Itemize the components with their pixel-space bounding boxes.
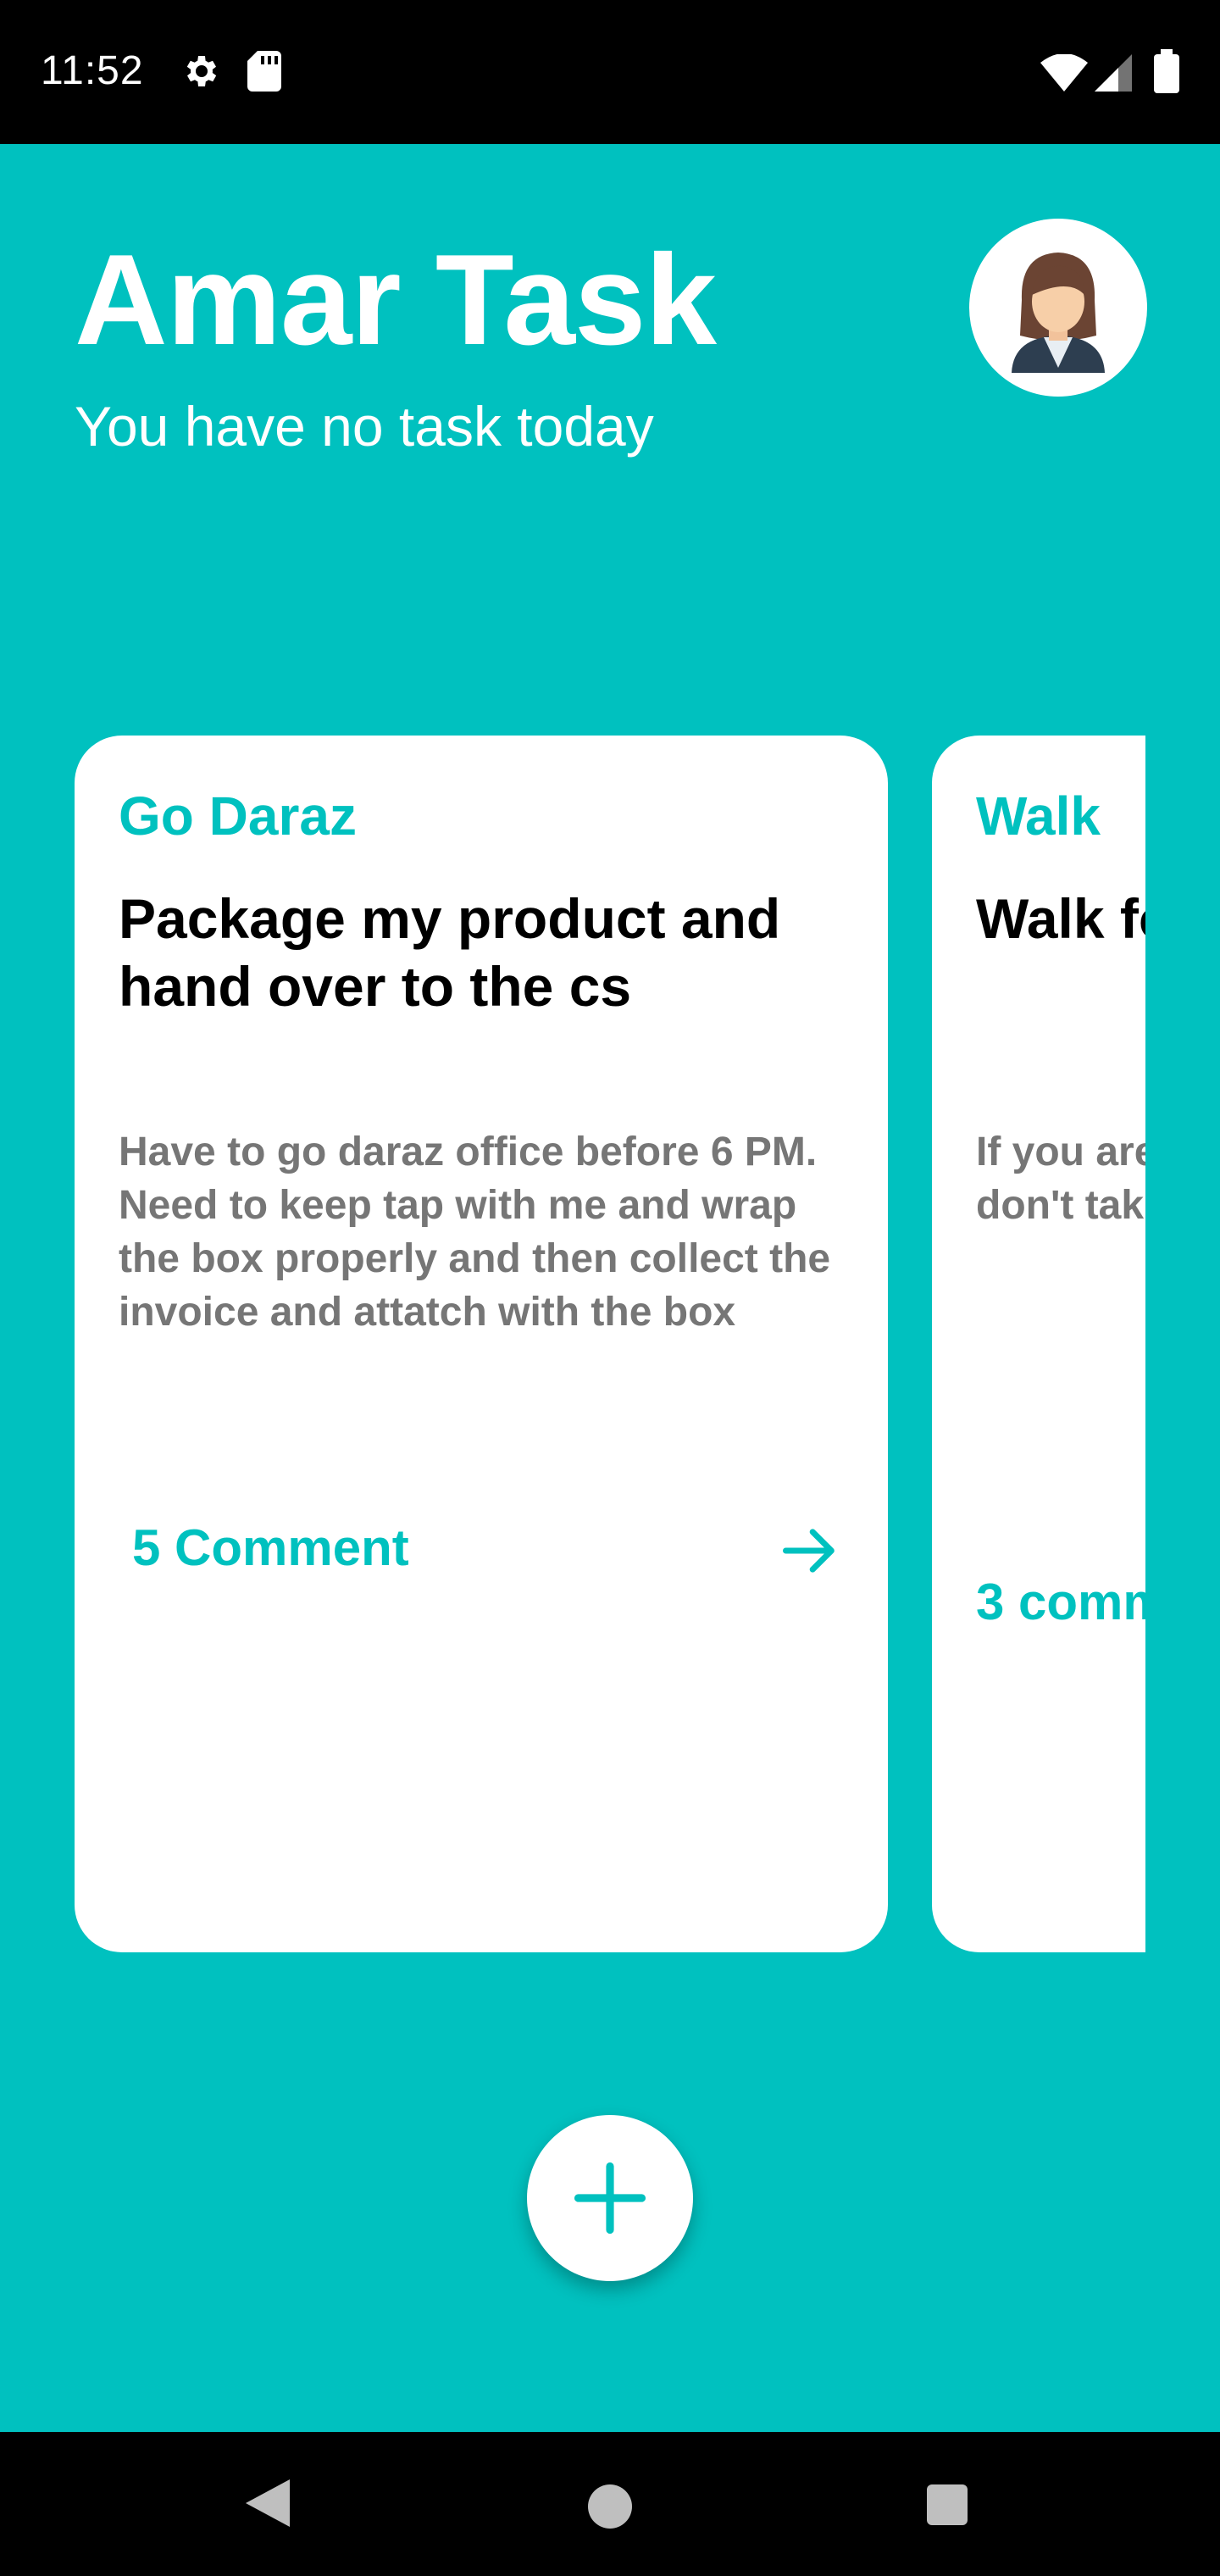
recents-icon[interactable]: [925, 2483, 969, 2531]
back-icon[interactable]: [242, 2476, 293, 2534]
card-category: Walk: [976, 786, 1101, 847]
app-subtitle: You have no task today: [75, 395, 654, 458]
card-title: Package my product and hand over to the …: [119, 887, 781, 1018]
comments-link[interactable]: 5 Comment: [132, 1518, 409, 1577]
avatar[interactable]: [969, 219, 1147, 397]
card-description: If you are then at f area. The walk for …: [976, 1130, 1145, 1228]
status-time: 11:52: [41, 48, 144, 93]
gear-icon: [180, 51, 220, 96]
arrow-right-icon[interactable]: [778, 1518, 842, 1583]
add-task-button[interactable]: [527, 2115, 693, 2281]
card-category: Go Daraz: [119, 786, 357, 847]
navigation-bar: [0, 2432, 1220, 2576]
avatar-woman-icon: [1012, 253, 1105, 373]
card-title: Walk for a new: [976, 887, 1145, 950]
card-description: Have to go daraz office before 6 PM. Nee…: [119, 1130, 831, 1335]
status-bar: 11:52: [0, 0, 1220, 144]
plus-icon: [574, 2162, 646, 2235]
task-cards-carousel[interactable]: Go Daraz Package my product and hand ove…: [75, 736, 1145, 1952]
signal-icon: [1095, 54, 1132, 96]
comments-link[interactable]: 3 comm: [976, 1573, 1145, 1631]
home-icon[interactable]: [586, 2483, 634, 2534]
task-card[interactable]: Walk Walk for a new If you are then at f…: [932, 736, 1145, 1952]
sd-card-icon: [247, 51, 281, 96]
task-card[interactable]: Go Daraz Package my product and hand ove…: [75, 736, 888, 1952]
wifi-icon: [1040, 53, 1088, 96]
battery-icon: [1154, 49, 1179, 97]
app-title: Amar Task: [75, 228, 717, 372]
